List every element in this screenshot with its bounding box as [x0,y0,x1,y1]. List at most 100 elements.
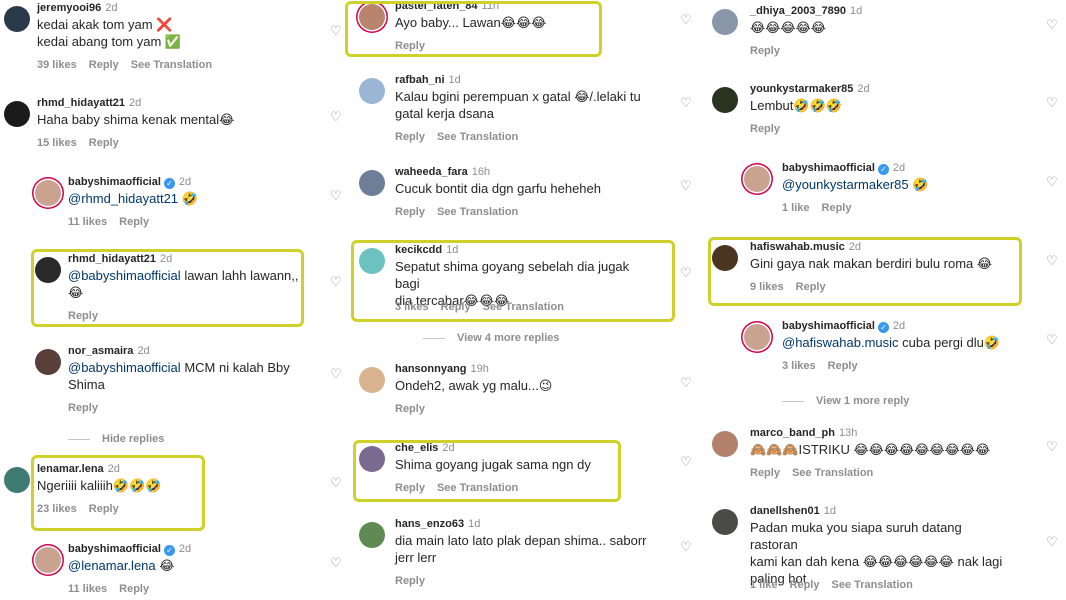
reply-button[interactable]: Reply [750,467,780,479]
comment-line: @lenamar.lena 😂 [68,557,338,574]
view-more-replies-link[interactable]: View 4 more replies [423,332,560,344]
see-translation-button[interactable]: See Translation [792,467,873,479]
comment-line-text: 🙈🙈🙈ISTRIKU 😂😂😂😂😂😂😂😂😂 [750,442,991,457]
avatar[interactable] [4,6,30,32]
like-count[interactable]: 11 likes [68,216,107,228]
avatar[interactable] [712,87,738,113]
username-link[interactable]: marco_band_ph [750,427,835,439]
heart-icon[interactable]: ♡ [680,376,692,389]
username-link[interactable]: babyshimaofficial [68,176,161,188]
avatar[interactable] [744,324,770,350]
like-count[interactable]: 11 likes [68,583,107,595]
comment: hansonnyang 19h Ondeh2, awak yg malu...😉 Re… [345,363,700,443]
like-count[interactable]: 39 likes [37,59,77,71]
heart-icon[interactable]: ♡ [680,13,692,26]
see-translation-button[interactable]: See Translation [437,131,518,143]
like-count[interactable]: 15 likes [37,137,77,149]
username-link[interactable]: hans_enzo63 [395,518,464,530]
heart-icon[interactable]: ♡ [1046,18,1058,31]
reply-button[interactable]: Reply [89,59,119,71]
avatar[interactable] [4,101,30,127]
heart-icon[interactable]: ♡ [1046,535,1058,548]
heart-icon[interactable]: ♡ [330,367,342,380]
comment-time: 2d [105,2,118,14]
username-link[interactable]: _dhiya_2003_7890 [750,5,846,17]
heart-icon[interactable]: ♡ [1046,333,1058,346]
reply-button[interactable]: Reply [89,137,119,149]
heart-icon[interactable]: ♡ [680,96,692,109]
avatar[interactable] [712,509,738,535]
avatar[interactable] [712,9,738,35]
username-link[interactable]: nor_asmaira [68,345,133,357]
avatar[interactable] [359,78,385,104]
username-link[interactable]: rafbah_ni [395,74,445,86]
avatar[interactable] [359,170,385,196]
avatar[interactable] [712,431,738,457]
heart-icon[interactable]: ♡ [330,110,342,123]
reply-button[interactable]: Reply [822,202,852,214]
avatar[interactable] [35,547,61,573]
see-translation-button[interactable]: See Translation [832,579,913,591]
reply-button[interactable]: Reply [395,575,425,587]
heart-icon[interactable]: ♡ [1046,440,1058,453]
reply-button[interactable]: Reply [395,206,425,218]
reply-button[interactable]: Reply [750,123,780,135]
username-link[interactable]: babyshimaofficial [782,162,875,174]
heart-icon[interactable]: ♡ [1046,254,1058,267]
comment-time: 1d [468,518,481,530]
username-link[interactable]: danellshen01 [750,505,820,517]
heart-icon[interactable]: ♡ [330,24,342,37]
mention-link[interactable]: @lenamar.lena [68,558,156,573]
see-translation-button[interactable]: See Translation [437,206,518,218]
mention-link[interactable]: @babyshimaofficial [68,360,181,375]
avatar[interactable] [359,367,385,393]
heart-icon[interactable]: ♡ [330,189,342,202]
like-count[interactable]: 1 like [750,579,778,591]
reply-button[interactable]: Reply [68,402,98,414]
username-link[interactable]: younkystarmaker85 [750,83,853,95]
avatar[interactable] [4,467,30,493]
like-count[interactable]: 1 like [782,202,810,214]
like-count[interactable]: 3 likes [782,360,816,372]
comment-header: hans_enzo63 1d [395,518,480,530]
reply-button[interactable]: Reply [395,131,425,143]
reply-button[interactable]: Reply [395,403,425,415]
comment: danellshen01 1d Padan muka you siapa suruh… [700,505,1066,591]
heart-icon[interactable]: ♡ [330,556,342,569]
comment: jeremyooi96 2d kedai akak tom yam ❌ kedai a… [0,2,350,82]
avatar[interactable] [35,349,61,375]
heart-icon[interactable]: ♡ [680,179,692,192]
avatar[interactable] [744,166,770,192]
highlight-box [351,240,675,322]
reply-button[interactable]: Reply [119,583,149,595]
reply-button[interactable]: Reply [119,216,149,228]
mention-link[interactable]: @rhmd_hidayatt21 [68,191,178,206]
heart-icon[interactable]: ♡ [330,275,342,288]
heart-icon[interactable]: ♡ [1046,96,1058,109]
hide-replies-link[interactable]: Hide replies [68,433,164,445]
reply-button[interactable]: Reply [828,360,858,372]
heart-icon[interactable]: ♡ [1046,175,1058,188]
view-more-replies-link[interactable]: View 1 more reply [782,395,909,407]
heart-icon[interactable]: ♡ [680,455,692,468]
username-link[interactable]: jeremyooi96 [37,2,101,14]
username-link[interactable]: waheeda_fara [395,166,468,178]
reply-button[interactable]: Reply [750,45,780,57]
comment-time: 19h [470,363,489,375]
comment-line: @babyshimaofficial MCM ni kalah Bby [68,359,338,376]
heart-icon[interactable]: ♡ [330,476,342,489]
see-translation-button[interactable]: See Translation [131,59,212,71]
username-link[interactable]: rhmd_hidayatt21 [37,97,125,109]
username-link[interactable]: babyshimaofficial [782,320,875,332]
comment-header: marco_band_ph 13h [750,427,857,439]
avatar[interactable] [359,522,385,548]
mention-link[interactable]: @younkystarmaker85 [782,177,909,192]
reply-button[interactable]: Reply [790,579,820,591]
username-link[interactable]: babyshimaofficial [68,543,161,555]
avatar[interactable] [35,180,61,206]
username-link[interactable]: hansonnyang [395,363,467,375]
heart-icon[interactable]: ♡ [680,540,692,553]
comment-time: 16h [471,166,491,178]
heart-icon[interactable]: ♡ [680,266,692,279]
mention-link[interactable]: @hafiswahab.music [782,335,899,350]
